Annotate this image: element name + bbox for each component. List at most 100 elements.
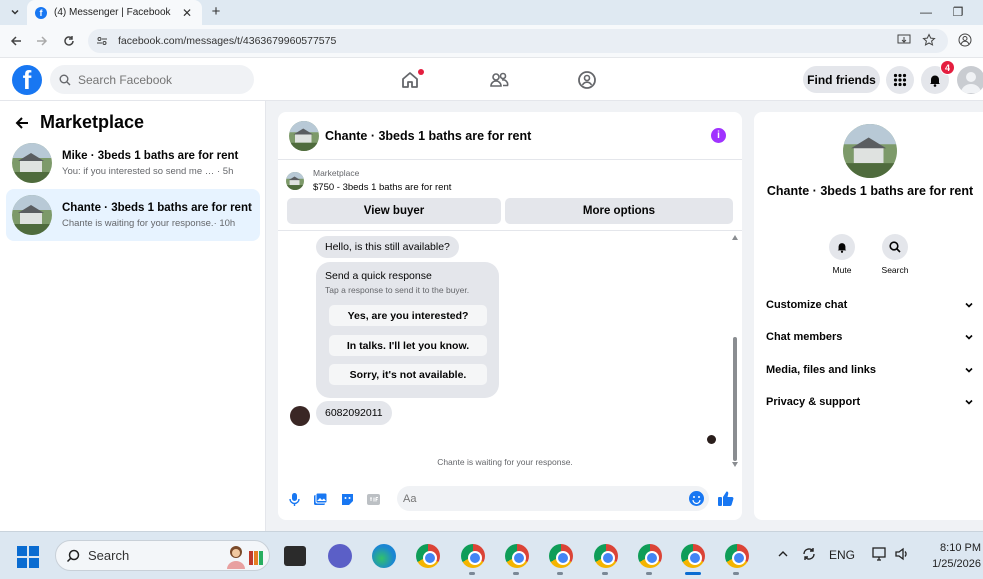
search-input[interactable] bbox=[78, 72, 238, 87]
quick-response-title: Send a quick response bbox=[325, 270, 432, 282]
conversation-preview: You: if you interested so send me nu... bbox=[62, 165, 217, 177]
conversation-name: Chante · 3beds 1 baths are for rent bbox=[62, 201, 252, 214]
quick-response-subtitle: Tap a response to send it to the buyer. bbox=[325, 285, 470, 295]
profile-icon[interactable] bbox=[958, 33, 974, 49]
chat-avatar[interactable] bbox=[289, 120, 319, 151]
listing-thumbnail bbox=[12, 195, 52, 235]
restore-window-icon[interactable]: ❐ bbox=[948, 3, 968, 21]
chrome-profile-icon[interactable] bbox=[549, 544, 573, 568]
running-indicator bbox=[557, 572, 563, 575]
network-icon[interactable] bbox=[871, 546, 887, 562]
more-options-button[interactable]: More options bbox=[505, 198, 733, 224]
conversation-item-chante[interactable]: Chante · 3beds 1 baths are for rent Chan… bbox=[6, 189, 260, 241]
listing-summary[interactable]: Marketplace $750 - 3beds 1 baths are for… bbox=[286, 168, 451, 193]
microphone-icon[interactable] bbox=[287, 492, 302, 507]
chrome-profile-icon[interactable] bbox=[461, 544, 485, 568]
windows-start-icon[interactable] bbox=[17, 546, 39, 568]
facebook-search[interactable] bbox=[50, 65, 254, 94]
back-arrow-icon[interactable] bbox=[14, 115, 30, 131]
bookmark-star-icon[interactable] bbox=[922, 33, 938, 49]
media-files-links-item[interactable]: Media, files and links bbox=[766, 364, 974, 376]
browser-toolbar: facebook.com/messages/t/4363679960577575 bbox=[0, 25, 983, 58]
volume-icon[interactable] bbox=[894, 546, 910, 562]
site-settings-icon[interactable] bbox=[96, 35, 108, 47]
clock-date: 1/25/2026 bbox=[932, 558, 981, 570]
chrome-profile-icon[interactable] bbox=[594, 544, 618, 568]
tab-title: (4) Messenger | Facebook bbox=[54, 7, 171, 18]
info-icon[interactable]: i bbox=[711, 128, 726, 143]
listing-title: $750 - 3beds 1 baths are for rent bbox=[313, 182, 452, 193]
edge-browser-icon[interactable] bbox=[372, 544, 396, 568]
photo-icon[interactable] bbox=[313, 492, 328, 507]
chat-header: Chante · 3beds 1 baths are for rent bbox=[278, 112, 742, 160]
new-tab-icon[interactable]: + bbox=[207, 3, 225, 21]
scroll-up-icon[interactable] bbox=[732, 235, 738, 240]
incoming-message: 6082092011 bbox=[316, 401, 392, 425]
find-friends-button[interactable]: Find friends bbox=[803, 66, 880, 93]
details-title: Chante · 3beds 1 baths are for rent bbox=[766, 184, 974, 198]
emoji-icon[interactable] bbox=[689, 491, 704, 506]
tab-search-chevron-icon[interactable] bbox=[5, 3, 25, 21]
details-item-label: Media, files and links bbox=[766, 364, 877, 376]
conversation-large-avatar[interactable] bbox=[843, 124, 897, 178]
teams-meet-icon[interactable] bbox=[328, 544, 352, 568]
sender-avatar bbox=[290, 406, 310, 426]
forward-icon[interactable] bbox=[34, 33, 50, 49]
details-item-label: Privacy & support bbox=[766, 396, 861, 408]
view-buyer-button[interactable]: View buyer bbox=[287, 198, 501, 224]
sync-icon[interactable] bbox=[800, 545, 818, 563]
chrome-icon[interactable] bbox=[416, 544, 440, 568]
message-composer bbox=[278, 480, 742, 520]
install-app-icon[interactable] bbox=[897, 33, 913, 49]
menu-grid-icon[interactable] bbox=[886, 66, 914, 94]
customize-chat-item[interactable]: Customize chat bbox=[766, 299, 974, 311]
task-view-icon[interactable] bbox=[284, 546, 306, 566]
groups-icon[interactable] bbox=[576, 69, 598, 91]
browser-tab[interactable]: f (4) Messenger | Facebook ✕ bbox=[27, 0, 202, 25]
close-tab-icon[interactable]: ✕ bbox=[180, 6, 194, 20]
language-indicator[interactable]: ENG bbox=[829, 548, 855, 562]
chrome-profile-icon[interactable] bbox=[505, 544, 529, 568]
chrome-profile-icon[interactable] bbox=[725, 544, 749, 568]
reload-icon[interactable] bbox=[61, 33, 77, 49]
search-in-chat-icon[interactable] bbox=[882, 234, 908, 260]
minimize-window-icon[interactable]: — bbox=[916, 3, 936, 21]
account-avatar[interactable] bbox=[957, 66, 983, 94]
back-icon[interactable] bbox=[8, 33, 24, 49]
message-list: Hello, is this still available? Send a q… bbox=[278, 230, 742, 470]
active-indicator bbox=[685, 572, 701, 575]
sticker-icon[interactable] bbox=[340, 492, 355, 507]
tray-chevron-up-icon[interactable] bbox=[777, 548, 789, 560]
running-indicator bbox=[602, 572, 608, 575]
message-input[interactable] bbox=[397, 486, 709, 511]
quick-response-option[interactable]: In talks. I'll let you know. bbox=[329, 335, 487, 356]
gif-icon[interactable] bbox=[366, 492, 381, 507]
facebook-header: f Find friends bbox=[0, 58, 983, 101]
running-indicator bbox=[733, 572, 739, 575]
chat-title[interactable]: Chante · 3beds 1 baths are for rent bbox=[325, 129, 531, 143]
conversation-time: · 10h bbox=[213, 217, 236, 229]
url-text: facebook.com/messages/t/4363679960577575 bbox=[118, 35, 337, 47]
privacy-support-item[interactable]: Privacy & support bbox=[766, 396, 974, 408]
chevron-down-icon bbox=[965, 399, 973, 405]
quick-response-card: Send a quick response Tap a response to … bbox=[316, 262, 499, 398]
scroll-down-icon[interactable] bbox=[732, 462, 738, 467]
chrome-profile-icon[interactable] bbox=[638, 544, 662, 568]
message-scrollbar[interactable] bbox=[732, 235, 738, 467]
chrome-active-icon[interactable] bbox=[681, 544, 705, 568]
friends-icon[interactable] bbox=[488, 69, 510, 91]
incoming-message: Hello, is this still available? bbox=[316, 236, 459, 258]
taskbar-search[interactable]: Search bbox=[55, 540, 270, 571]
like-thumb-icon[interactable] bbox=[717, 490, 734, 507]
conversation-item-mike[interactable]: Mike · 3beds 1 baths are for rent You: i… bbox=[6, 137, 260, 189]
scrollbar-thumb[interactable] bbox=[733, 337, 737, 461]
mute-bell-icon[interactable] bbox=[829, 234, 855, 260]
chat-members-item[interactable]: Chat members bbox=[766, 331, 974, 343]
system-clock[interactable]: 8:10 PM 1/25/2026 bbox=[925, 540, 981, 572]
windows-taskbar: Search ENG 8:10 PM 1/25/2026 bbox=[0, 531, 983, 579]
marketplace-label: Marketplace bbox=[313, 168, 360, 178]
facebook-logo[interactable]: f bbox=[12, 65, 42, 95]
quick-response-option[interactable]: Yes, are you interested? bbox=[329, 305, 487, 326]
quick-response-option[interactable]: Sorry, it's not available. bbox=[329, 364, 487, 385]
address-bar[interactable]: facebook.com/messages/t/4363679960577575 bbox=[88, 29, 948, 53]
